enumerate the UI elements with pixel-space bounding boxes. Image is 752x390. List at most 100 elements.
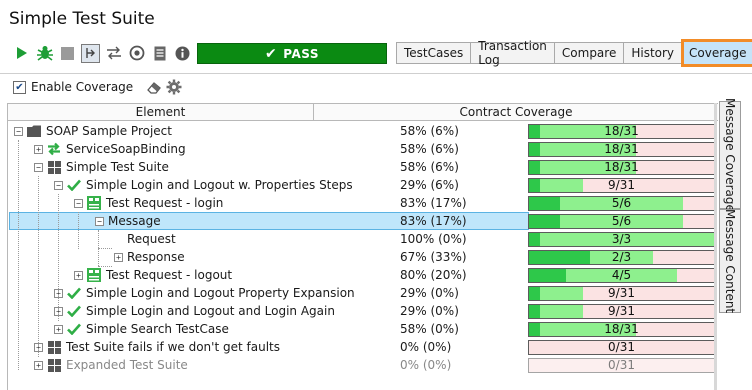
table-row[interactable]: + Simple Login and Logout Property Expans…	[8, 284, 718, 302]
side-tabs: Message Coverage Message Content	[719, 98, 741, 390]
row-coverage-percent: 67% (33%)	[400, 250, 467, 264]
check-icon	[67, 304, 81, 318]
tab-compare[interactable]: Compare	[553, 42, 625, 64]
row-element-name: Simple Login and Logout and Login Again	[86, 304, 335, 318]
debug-icon[interactable]	[35, 44, 54, 63]
table-row[interactable]: Request 100% (0%) 3/3	[8, 230, 718, 248]
transfer-icon[interactable]	[104, 44, 123, 63]
coverage-ratio-label: 18/31	[604, 160, 639, 174]
toolbar	[12, 42, 196, 64]
collapse-icon[interactable]: −	[74, 198, 83, 208]
coverage-progress-bar: 18/31	[528, 142, 715, 157]
collapse-icon[interactable]: −	[54, 180, 63, 190]
tab-message-coverage[interactable]: Message Coverage	[719, 98, 741, 212]
coverage-progress-bar: 0/31	[528, 358, 715, 373]
row-coverage-percent: 29% (0%)	[400, 304, 459, 318]
tab-coverage[interactable]: Coverage	[681, 39, 752, 67]
page-title: Simple Test Suite	[9, 9, 155, 29]
stop-icon[interactable]	[58, 44, 77, 63]
row-coverage-percent: 29% (0%)	[400, 286, 459, 300]
coverage-ratio-label: 5/6	[611, 214, 632, 228]
row-coverage-percent: 58% (6%)	[400, 160, 459, 174]
tab-history[interactable]: History	[623, 42, 683, 64]
tree-guide-line	[78, 212, 79, 249]
coverage-progress-bar: 18/31	[528, 124, 715, 139]
expand-icon[interactable]: +	[54, 324, 63, 334]
row-coverage-percent: 0% (0%)	[400, 340, 452, 354]
table-row[interactable]: − Simple Login and Logout w. Properties S…	[8, 176, 718, 194]
grid-splitter[interactable]	[714, 103, 717, 390]
request-icon	[87, 196, 101, 210]
row-coverage-percent: 83% (17%)	[400, 196, 467, 210]
toolbar-divider	[0, 73, 752, 74]
row-element-name: Simple Test Suite	[66, 160, 169, 174]
info-icon[interactable]	[173, 44, 192, 63]
coverage-progress-bar: 4/5	[528, 268, 715, 283]
table-row[interactable]: − Simple Test Suite 58% (6%) 18/31	[8, 158, 718, 176]
table-row[interactable]: + Simple Login and Logout and Login Again…	[8, 302, 718, 320]
tab-transaction-log[interactable]: Transaction Log	[470, 39, 555, 67]
coverage-progress-bar: 5/6	[528, 214, 715, 229]
report-icon[interactable]	[150, 44, 169, 63]
expand-icon[interactable]: +	[34, 144, 43, 154]
tree-guide-line	[38, 176, 39, 357]
suite-icon	[47, 160, 61, 174]
enable-coverage-checkbox[interactable]: ✔	[13, 80, 26, 94]
row-element-name: Test Request - logout	[106, 268, 233, 282]
table-row[interactable]: + Expanded Test Suite 0% (0%) 0/31	[8, 356, 718, 374]
coverage-ratio-label: 2/3	[611, 250, 632, 264]
table-row[interactable]: − Test Request - login 83% (17%) 5/6	[8, 194, 718, 212]
row-element-name: Test Suite fails if we don't get faults	[66, 340, 280, 354]
coverage-progress-bar: 9/31	[528, 286, 715, 301]
row-coverage-percent: 0% (0%)	[400, 358, 452, 372]
table-row[interactable]: + Response 67% (33%) 2/3	[8, 248, 718, 266]
column-header-contract-coverage[interactable]: Contract Coverage	[314, 103, 718, 121]
row-coverage-percent: 100% (0%)	[400, 232, 467, 246]
table-row[interactable]: + Simple Search TestCase 58% (0%) 18/31	[8, 320, 718, 338]
table-row[interactable]: + Test Suite fails if we don't get faults…	[8, 338, 718, 356]
status-label: PASS	[283, 46, 319, 61]
collapse-icon[interactable]: −	[95, 216, 104, 226]
collapse-icon[interactable]: −	[34, 162, 43, 172]
enable-coverage-label: Enable Coverage	[31, 80, 134, 94]
row-coverage-percent: 58% (6%)	[400, 124, 459, 138]
coverage-ratio-label: 9/31	[608, 286, 635, 300]
step-icon[interactable]	[81, 43, 100, 63]
row-coverage-percent: 58% (0%)	[400, 322, 459, 336]
column-header-element[interactable]: Element	[8, 103, 314, 121]
expand-icon[interactable]: +	[74, 270, 83, 280]
run-icon[interactable]	[12, 44, 31, 63]
coverage-progress-bar: 5/6	[528, 196, 715, 211]
coverage-ratio-label: 18/31	[604, 142, 639, 156]
row-element-name: Expanded Test Suite	[66, 358, 188, 372]
expand-icon[interactable]: +	[114, 252, 123, 262]
request-icon	[87, 268, 101, 282]
collapse-icon[interactable]: −	[14, 126, 23, 136]
coverage-ratio-label: 18/31	[604, 322, 639, 336]
eraser-icon[interactable]	[146, 79, 162, 95]
suite-icon	[47, 358, 61, 372]
gear-icon[interactable]	[166, 79, 182, 95]
coverage-ratio-label: 18/31	[604, 124, 639, 138]
row-coverage-percent: 80% (20%)	[400, 268, 467, 282]
row-element-name: Simple Search TestCase	[86, 322, 229, 336]
coverage-ratio-label: 0/31	[608, 358, 635, 372]
coverage-ratio-label: 4/5	[611, 268, 632, 282]
table-row[interactable]: − Message 83% (17%) 5/6	[8, 212, 718, 230]
coverage-progress-bar: 18/31	[528, 160, 715, 175]
target-icon[interactable]	[127, 44, 146, 63]
tab-testcases[interactable]: TestCases	[396, 42, 472, 64]
row-element-name: Message	[108, 214, 161, 228]
coverage-progress-bar: 9/31	[528, 304, 715, 319]
table-row[interactable]: − SOAP Sample Project 58% (6%) 18/31	[8, 122, 718, 140]
enable-coverage-row[interactable]: ✔ Enable Coverage	[13, 80, 133, 94]
view-tabs: TestCases Transaction Log Compare Histor…	[396, 39, 752, 67]
tab-message-content[interactable]: Message Content	[719, 209, 741, 313]
check-icon	[67, 286, 81, 300]
coverage-ratio-label: 5/6	[611, 196, 632, 210]
coverage-progress-bar: 0/31	[528, 340, 715, 355]
table-row[interactable]: + ServiceSoapBinding 58% (6%) 18/31	[8, 140, 718, 158]
expand-icon[interactable]: +	[34, 360, 43, 370]
table-row[interactable]: + Test Request - logout 80% (20%) 4/5	[8, 266, 718, 284]
coverage-progress-bar: 3/3	[528, 232, 715, 247]
